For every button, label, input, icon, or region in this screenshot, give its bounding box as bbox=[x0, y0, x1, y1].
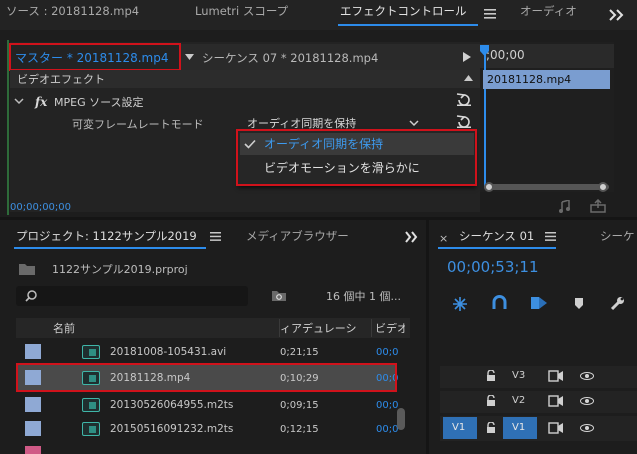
fx-icon[interactable]: fx bbox=[35, 96, 47, 108]
selected-row-highlight bbox=[16, 363, 397, 392]
track-row-v3 bbox=[440, 366, 637, 388]
project-row[interactable]: 20130526064955.m2ts 0;09;15 00;0 bbox=[16, 394, 399, 416]
clip-video-in: 00;0 bbox=[376, 424, 399, 435]
tab-sequence-underline bbox=[438, 247, 556, 249]
close-sequence-icon[interactable]: × bbox=[439, 233, 448, 244]
source-patch-v1-label: V1 bbox=[452, 422, 466, 433]
project-file-name: 1122サンプル2019.prproj bbox=[52, 263, 188, 276]
clip-color-label[interactable] bbox=[25, 397, 41, 412]
scroll-handle-left[interactable] bbox=[484, 182, 494, 192]
expand-panels-icon[interactable] bbox=[608, 8, 626, 22]
column-name[interactable]: 名前 bbox=[53, 323, 75, 334]
tab-sequence-other[interactable]: シーケ bbox=[600, 230, 635, 243]
sync-lock-icon[interactable] bbox=[548, 422, 564, 434]
sequence-clip-label[interactable]: シーケンス 07 * 20181128.mp4 bbox=[202, 52, 378, 65]
video-clip-icon bbox=[82, 345, 100, 359]
sync-lock-icon[interactable] bbox=[548, 370, 564, 382]
video-effects-label: ビデオエフェクト bbox=[17, 73, 105, 86]
track-row-v2 bbox=[440, 391, 637, 413]
collapse-up-icon[interactable] bbox=[464, 75, 473, 81]
linked-selection-icon[interactable] bbox=[530, 295, 548, 311]
mini-timeline-clip-label: 20181128.mp4 bbox=[487, 73, 572, 86]
playhead-line[interactable] bbox=[484, 48, 486, 188]
track-visibility-eye-icon[interactable] bbox=[580, 372, 594, 380]
clip-color-label[interactable] bbox=[25, 421, 41, 436]
clip-name[interactable]: 20181008-105431.avi bbox=[110, 347, 226, 358]
scroll-handle-right[interactable] bbox=[598, 182, 608, 192]
project-row[interactable]: 20181008-105431.avi 0;21;15 00;0 bbox=[16, 341, 399, 363]
project-row[interactable]: 20150516091232.m2ts 0;12;15 00;0 bbox=[16, 418, 399, 440]
play-arrow-icon[interactable] bbox=[463, 52, 471, 62]
dropdown-highlight bbox=[236, 129, 477, 186]
sequence-menu-icon[interactable] bbox=[545, 232, 556, 241]
export-icon[interactable] bbox=[590, 199, 606, 213]
project-search-input[interactable] bbox=[16, 286, 248, 306]
param-label: 可変フレームレートモード bbox=[72, 118, 204, 131]
item-count: 16 個中 1 個... bbox=[326, 290, 401, 303]
column-divider-2 bbox=[371, 319, 372, 337]
project-folder-icon bbox=[18, 262, 36, 276]
expand-chevron-icon[interactable] bbox=[14, 97, 24, 105]
snap-magnet-icon[interactable] bbox=[492, 295, 507, 311]
mini-timeline-scrollbar[interactable] bbox=[484, 184, 609, 190]
panel-separator bbox=[0, 217, 637, 220]
clip-video-in: 00;0 bbox=[376, 400, 399, 411]
track-visibility-eye-icon[interactable] bbox=[580, 424, 594, 432]
effect-controls-timecode[interactable]: 00;00;00;00 bbox=[10, 203, 71, 213]
project-expand-icon[interactable] bbox=[404, 231, 420, 243]
track-lock-icon[interactable] bbox=[486, 422, 496, 434]
project-scrollbar[interactable] bbox=[397, 408, 405, 430]
track-label-v1[interactable]: V1 bbox=[512, 423, 525, 433]
effect-name: MPEG ソース設定 bbox=[54, 96, 144, 109]
tab-source[interactable]: ソース : 20181128.mp4 bbox=[6, 5, 139, 18]
tab-media-browser[interactable]: メディアブラウザー bbox=[246, 230, 349, 243]
param-select-value[interactable]: オーディオ同期を保持 bbox=[247, 118, 356, 129]
clip-name[interactable]: 20150516091232.m2ts bbox=[110, 424, 233, 435]
tab-effect-controls-underline bbox=[338, 24, 478, 26]
tab-lumetri-scopes[interactable]: Lumetri スコープ bbox=[195, 5, 288, 18]
find-bin-icon[interactable] bbox=[271, 289, 287, 302]
reset-effect-icon[interactable] bbox=[456, 93, 472, 107]
tab-project[interactable]: プロジェクト: 1122サンプル2019 bbox=[16, 230, 197, 243]
track-label-v2[interactable]: V2 bbox=[512, 396, 525, 406]
master-clip-dropdown-icon[interactable] bbox=[185, 54, 194, 60]
project-menu-icon[interactable] bbox=[210, 232, 221, 241]
column-video[interactable]: ビデオ bbox=[375, 323, 405, 334]
clip-name[interactable]: 20130526064955.m2ts bbox=[110, 400, 233, 411]
clip-color-label[interactable] bbox=[25, 344, 41, 359]
tab-sequence-01[interactable]: シーケンス 01 bbox=[459, 230, 534, 243]
clip-duration: 0;09;15 bbox=[280, 400, 319, 411]
sequence-timecode[interactable]: 00;00;53;11 bbox=[447, 260, 539, 275]
snap-nest-icon[interactable] bbox=[452, 296, 468, 312]
tab-audio[interactable]: オーディオ bbox=[520, 5, 577, 18]
clip-duration: 0;12;15 bbox=[280, 424, 319, 435]
sync-lock-icon[interactable] bbox=[548, 395, 564, 407]
search-icon bbox=[25, 290, 37, 302]
master-clip-label[interactable]: マスター * 20181128.mp4 bbox=[15, 52, 168, 64]
param-select-chevron-icon[interactable] bbox=[409, 120, 419, 127]
clip-video-in: 00;0 bbox=[376, 347, 399, 358]
panel-menu-icon[interactable] bbox=[484, 9, 496, 19]
track-visibility-eye-icon[interactable] bbox=[580, 397, 594, 405]
reset-param-icon[interactable] bbox=[456, 115, 472, 129]
tab-project-underline bbox=[14, 247, 206, 249]
column-duration[interactable]: ィアデュレーシ bbox=[280, 323, 357, 334]
mini-timeline-time: ;00;00 bbox=[486, 48, 525, 62]
clip-duration: 0;21;15 bbox=[280, 347, 319, 358]
track-label-v3[interactable]: V3 bbox=[512, 371, 525, 381]
track-lock-icon[interactable] bbox=[486, 370, 496, 382]
playhead-marker-icon[interactable] bbox=[479, 45, 490, 56]
partial-row-color-label bbox=[25, 446, 41, 454]
tab-effect-controls[interactable]: エフェクトコントロール bbox=[340, 5, 467, 18]
audio-note-icon[interactable] bbox=[558, 200, 574, 213]
video-clip-icon bbox=[82, 422, 100, 436]
wrench-settings-icon[interactable] bbox=[610, 296, 625, 311]
video-clip-icon bbox=[82, 398, 100, 412]
track-lock-icon[interactable] bbox=[486, 395, 496, 407]
add-marker-icon[interactable] bbox=[574, 298, 584, 309]
